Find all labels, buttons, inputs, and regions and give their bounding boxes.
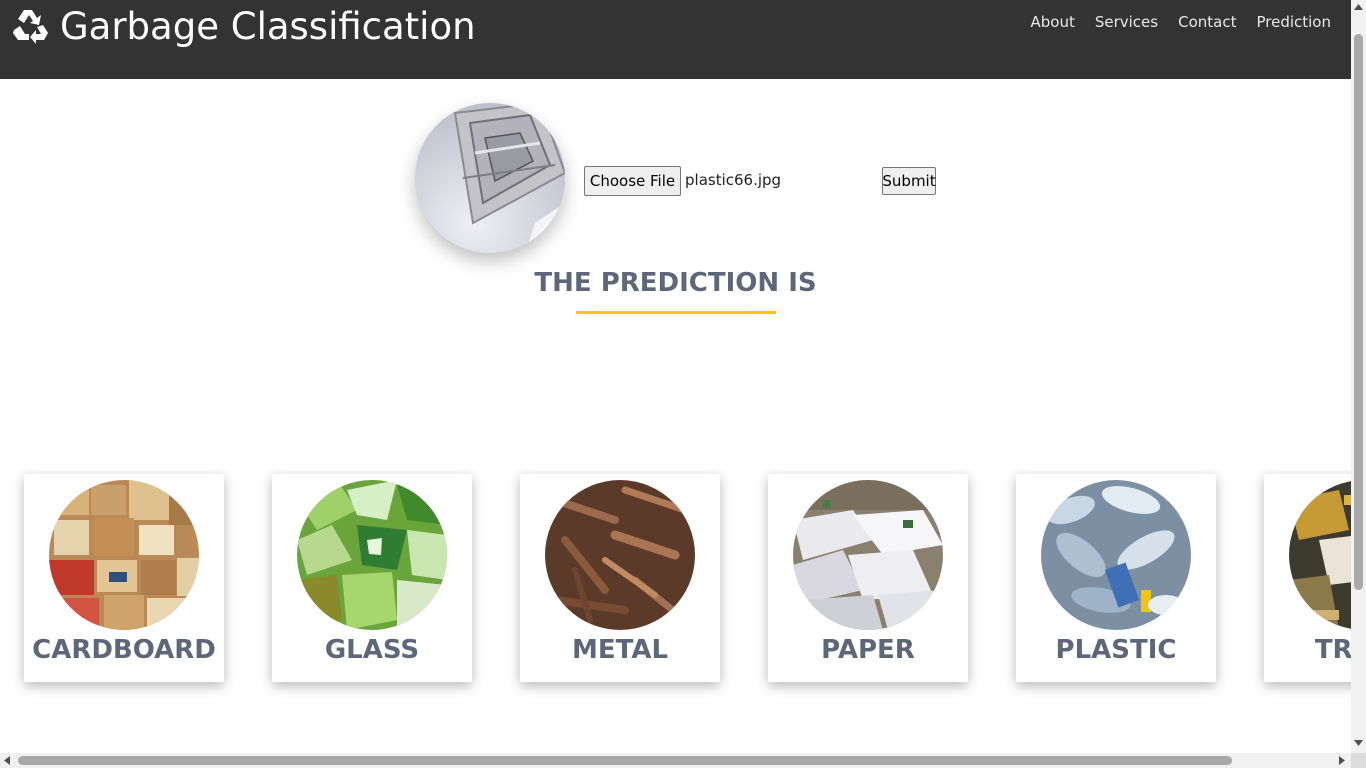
scroll-left-icon[interactable]	[4, 756, 10, 765]
cardboard-image	[49, 480, 199, 630]
plastic-image	[1041, 480, 1191, 630]
prediction-underline	[576, 311, 776, 314]
category-card-cardboard[interactable]: CARDBOARD	[24, 474, 224, 682]
horizontal-scrollbar[interactable]	[0, 753, 1351, 768]
brand[interactable]: Garbage Classification	[10, 4, 476, 50]
glass-image	[297, 480, 447, 630]
scroll-down-icon[interactable]	[1354, 740, 1363, 746]
category-label: TRASH	[1314, 635, 1351, 665]
scroll-right-icon[interactable]	[1339, 756, 1345, 765]
horizontal-scroll-thumb[interactable]	[18, 756, 1232, 765]
trash-image	[1289, 480, 1351, 630]
uploaded-image-preview	[415, 103, 565, 253]
category-card-paper[interactable]: PAPER	[768, 474, 968, 682]
scroll-up-icon[interactable]	[1354, 4, 1363, 10]
category-card-metal[interactable]: METAL	[520, 474, 720, 682]
nav-services[interactable]: Services	[1095, 12, 1158, 32]
nav-about[interactable]: About	[1030, 12, 1074, 32]
vertical-scroll-thumb[interactable]	[1354, 34, 1363, 590]
category-card-glass[interactable]: GLASS	[272, 474, 472, 682]
category-label: PAPER	[821, 635, 915, 665]
metal-image	[545, 480, 695, 630]
scrollbar-corner	[1351, 753, 1366, 768]
selected-file-name: plastic66.jpg	[685, 171, 782, 189]
page: Garbage Classification About Services Co…	[0, 0, 1351, 753]
paper-image	[793, 480, 943, 630]
nav-prediction[interactable]: Prediction	[1256, 12, 1331, 32]
category-card-plastic[interactable]: PLASTIC	[1016, 474, 1216, 682]
category-label: METAL	[571, 635, 669, 665]
nav-contact[interactable]: Contact	[1178, 12, 1236, 32]
category-card-trash[interactable]: TRASH	[1264, 474, 1351, 682]
recycle-icon	[13, 10, 48, 44]
choose-file-button[interactable]: Choose File	[584, 166, 681, 196]
submit-button[interactable]: Submit	[882, 167, 936, 195]
category-label: PLASTIC	[1055, 635, 1177, 665]
category-label: GLASS	[324, 635, 420, 665]
category-label: CARDBOARD	[32, 635, 216, 665]
app-title: Garbage Classification	[60, 5, 476, 48]
navbar: Garbage Classification About Services Co…	[0, 0, 1351, 79]
nav-links: About Services Contact Prediction	[1010, 12, 1331, 32]
vertical-scrollbar[interactable]	[1351, 0, 1366, 768]
prediction-heading: THE PREDICTION IS	[534, 268, 817, 298]
